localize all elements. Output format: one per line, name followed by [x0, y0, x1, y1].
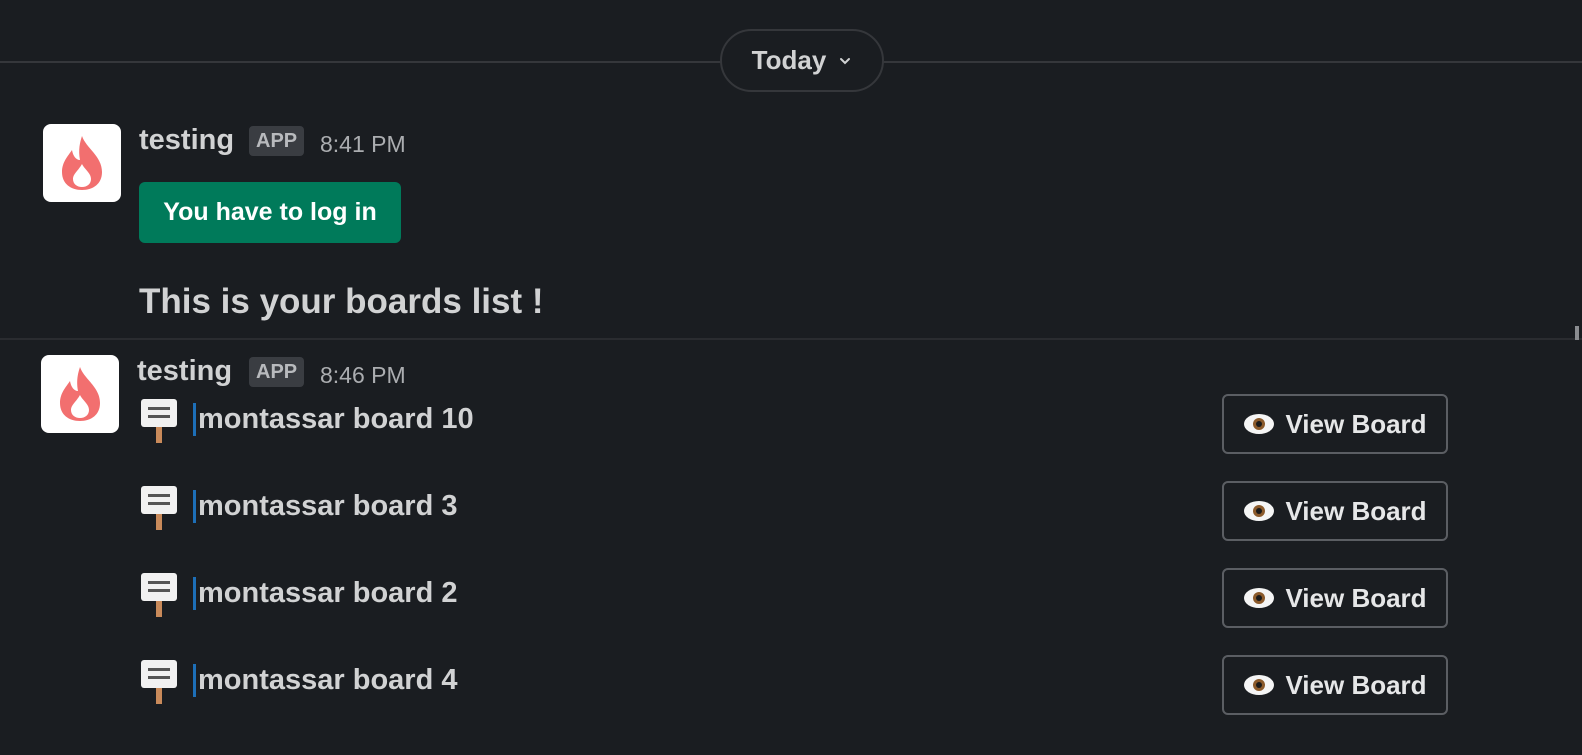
timestamp[interactable]: 8:41 PM: [320, 131, 406, 158]
view-board-button[interactable]: View Board: [1222, 394, 1448, 454]
avatar[interactable]: [43, 124, 121, 202]
scrollbar-handle[interactable]: [1575, 326, 1579, 340]
view-board-label: View Board: [1285, 408, 1427, 439]
eye-icon: [1244, 675, 1275, 695]
sender-name[interactable]: testing: [139, 124, 234, 157]
view-board-button[interactable]: View Board: [1222, 655, 1448, 715]
avatar[interactable]: [41, 355, 119, 433]
view-board-button[interactable]: View Board: [1222, 568, 1448, 628]
placard-icon: [141, 486, 177, 530]
view-board-label: View Board: [1285, 582, 1427, 613]
app-badge: APP: [249, 126, 305, 156]
placard-icon: [141, 399, 177, 443]
placard-icon: [141, 573, 177, 617]
view-board-label: View Board: [1285, 495, 1427, 526]
sender-name[interactable]: testing: [137, 355, 232, 388]
date-divider-button[interactable]: Today: [720, 29, 884, 92]
message-pane: Today testing APP 8:41 PM You have to lo…: [0, 0, 1582, 755]
eye-icon: [1244, 588, 1275, 608]
board-name: montassar board 10: [193, 403, 474, 436]
login-button[interactable]: You have to log in: [139, 182, 401, 243]
board-name: montassar board 4: [193, 664, 457, 697]
message-separator: [0, 338, 1582, 340]
fire-icon: [60, 367, 100, 421]
board-name: montassar board 2: [193, 577, 457, 610]
placard-icon: [141, 660, 177, 704]
app-badge: APP: [249, 357, 305, 387]
chevron-down-icon: [840, 57, 851, 64]
timestamp[interactable]: 8:46 PM: [320, 362, 406, 389]
date-label: Today: [751, 45, 827, 75]
eye-icon: [1244, 501, 1275, 521]
eye-icon: [1244, 414, 1275, 434]
view-board-button[interactable]: View Board: [1222, 481, 1448, 541]
message-text: This is your boards list !: [139, 282, 544, 321]
board-name: montassar board 3: [193, 490, 457, 523]
fire-icon: [62, 136, 102, 190]
view-board-label: View Board: [1285, 669, 1427, 700]
